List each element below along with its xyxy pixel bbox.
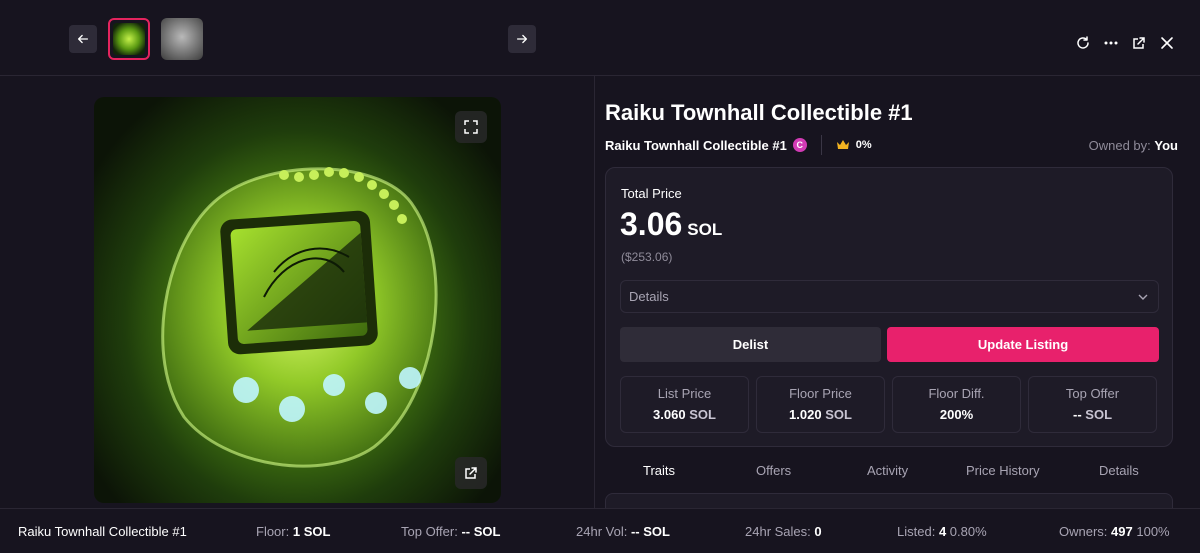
price-usd: ($253.06) — [621, 250, 673, 264]
collection-status-bar: Raiku Townhall Collectible #1 Floor: 1 S… — [0, 508, 1200, 553]
stat-top-offer: Top Offer -- SOL — [1028, 376, 1157, 433]
tab-offers[interactable]: Offers — [756, 463, 791, 478]
status-floor: Floor: 1 SOL — [256, 524, 331, 539]
tab-details[interactable]: Details — [1099, 463, 1139, 478]
stat-floor-diff: Floor Diff. 200% — [892, 376, 1021, 433]
details-dropdown[interactable]: Details — [620, 280, 1159, 313]
refresh-button[interactable] — [1074, 34, 1092, 52]
tab-activity[interactable]: Activity — [867, 463, 908, 478]
detail-tabs: Traits Offers Activity Price History Det… — [605, 463, 1173, 481]
owned-by: Owned by: You — [1089, 138, 1178, 153]
collection-link[interactable]: Raiku Townhall Collectible #1 — [605, 138, 787, 153]
arrow-left-icon — [77, 34, 89, 44]
thumbnail-1[interactable] — [108, 18, 150, 60]
close-icon — [1161, 37, 1173, 49]
expand-icon — [464, 120, 478, 134]
thumbnail-2[interactable] — [161, 18, 203, 60]
owned-by-value: You — [1154, 138, 1178, 153]
external-link-icon — [1133, 37, 1145, 49]
stat-value: 3.060 SOL — [653, 407, 716, 422]
status-24hr-sales: 24hr Sales: 0 — [745, 524, 822, 539]
rank-value: 0% — [855, 139, 872, 151]
stat-floor-price: Floor Price 1.020 SOL — [756, 376, 885, 433]
tab-traits[interactable]: Traits — [643, 463, 675, 478]
chevron-down-icon — [1138, 294, 1148, 300]
tab-price-history[interactable]: Price History — [966, 463, 1040, 478]
status-owners: Owners: 497 100% — [1059, 524, 1170, 539]
status-24hr-volume: 24hr Vol: -- SOL — [576, 524, 670, 539]
close-button[interactable] — [1158, 34, 1176, 52]
delist-button[interactable]: Delist — [620, 327, 881, 362]
total-price-label: Total Price — [621, 186, 682, 201]
divider — [820, 135, 822, 155]
stat-label: Top Offer — [1065, 386, 1120, 401]
next-button[interactable] — [508, 25, 536, 53]
refresh-icon — [1077, 36, 1089, 49]
stat-label: List Price — [657, 386, 712, 401]
open-image-button[interactable] — [455, 457, 487, 489]
stat-label: Floor Price — [789, 386, 852, 401]
owned-by-label: Owned by: — [1088, 138, 1151, 153]
previous-button[interactable] — [69, 25, 97, 53]
panel-divider — [594, 76, 595, 508]
item-title: Raiku Townhall Collectible #1 — [605, 100, 913, 125]
stat-value: 200% — [939, 407, 974, 422]
arrow-right-icon — [516, 34, 528, 44]
status-top-offer: Top Offer: -- SOL — [401, 524, 501, 539]
collection-row: Raiku Townhall Collectible #1 C 0% — [605, 135, 872, 155]
update-listing-button[interactable]: Update Listing — [887, 327, 1159, 362]
open-external-button[interactable] — [1130, 34, 1148, 52]
more-icon — [1104, 41, 1118, 45]
price-currency: SOL — [687, 220, 723, 239]
status-collection-name[interactable]: Raiku Townhall Collectible #1 — [18, 524, 187, 539]
collection-badge-icon: C — [792, 138, 807, 152]
external-link-icon — [465, 467, 477, 479]
price-amount: 3.06 — [620, 206, 683, 242]
nft-image — [94, 97, 501, 503]
stat-list-price: List Price 3.060 SOL — [620, 376, 749, 433]
details-label: Details — [629, 289, 669, 304]
top-bar — [0, 0, 1200, 76]
fullscreen-button[interactable] — [455, 111, 487, 143]
price-card: Total Price 3.06 SOL ($253.06) Details D… — [605, 167, 1173, 447]
status-listed: Listed: 4 0.80% — [897, 524, 987, 539]
price-row: 3.06 SOL — [620, 206, 722, 243]
stat-value: -- SOL — [1072, 407, 1113, 422]
stat-label: Floor Diff. — [928, 386, 985, 401]
nft-artwork — [161, 167, 438, 468]
stat-value: 1.020 SOL — [789, 407, 852, 422]
more-button[interactable] — [1102, 34, 1120, 52]
crown-icon — [836, 140, 849, 149]
